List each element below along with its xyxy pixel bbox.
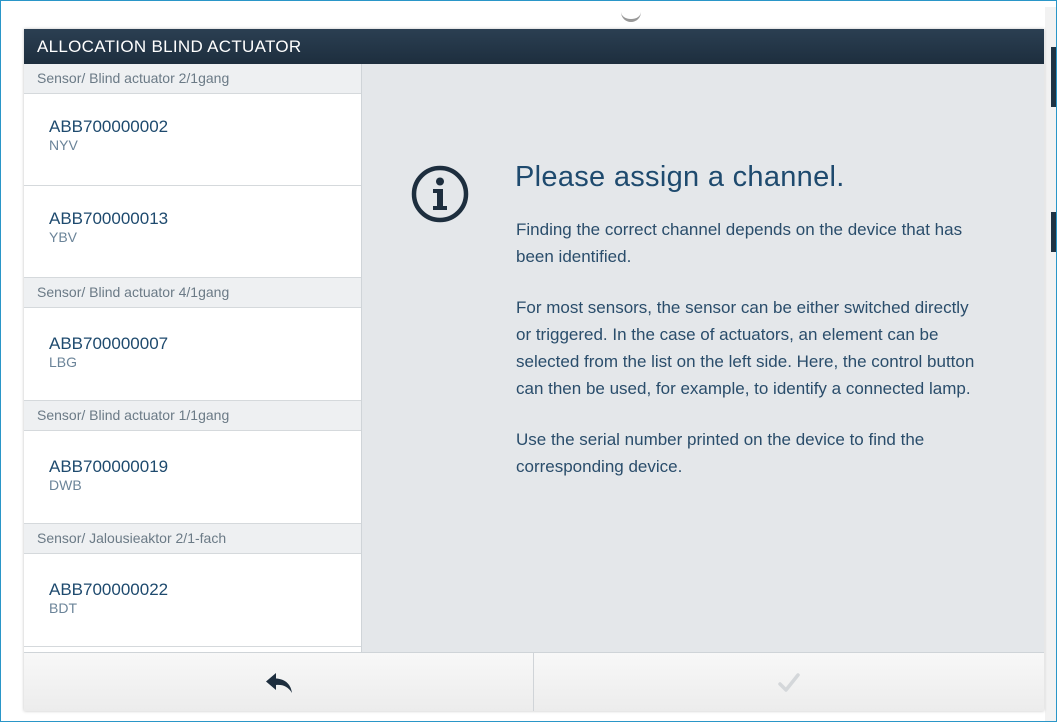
device-code: LBG: [49, 354, 78, 370]
device-list: Sensor/ Blind actuator 2/1gang ABB700000…: [24, 64, 362, 652]
checkmark-icon: [778, 672, 800, 692]
group-header: Sensor/ Jalousieaktor 2/1-fach: [24, 524, 361, 554]
device-code: YBV: [49, 229, 78, 245]
dialog-footer: [24, 652, 1044, 711]
back-button[interactable]: [24, 653, 534, 711]
background-bar: [1051, 47, 1056, 107]
device-id: ABB700000022: [49, 580, 169, 599]
device-item[interactable]: ABB700000007 LBG: [24, 308, 361, 401]
confirm-button[interactable]: [534, 653, 1044, 711]
dialog-title: ALLOCATION BLIND ACTUATOR: [24, 29, 1044, 64]
group-header: Sensor/ Blind actuator 1/1gang: [24, 401, 361, 431]
info-paragraph: Use the serial number printed on the dev…: [516, 430, 925, 476]
info-paragraph: Finding the correct channel depends on t…: [516, 220, 963, 266]
device-code: NYV: [49, 137, 78, 153]
background-bar: [1051, 212, 1056, 252]
device-item[interactable]: ABB700000022 BDT: [24, 554, 361, 647]
device-item[interactable]: ABB700000002 NYV: [24, 94, 361, 186]
device-id: ABB700000007: [49, 334, 169, 353]
info-text: Finding the correct channel depends on t…: [516, 216, 976, 504]
group-header: Sensor/ Blind actuator 4/1gang: [24, 278, 361, 308]
info-heading: Please assign a channel.: [515, 161, 845, 193]
device-item[interactable]: ABB700000019 DWB: [24, 431, 361, 524]
info-panel: Please assign a channel. Finding the cor…: [362, 64, 1044, 652]
device-code: BDT: [49, 600, 77, 616]
back-arrow-icon: [265, 672, 292, 693]
device-id: ABB700000013: [49, 209, 169, 228]
info-icon: [411, 165, 469, 223]
device-code: DWB: [49, 477, 82, 493]
device-item[interactable]: ABB700000013 YBV: [24, 186, 361, 278]
group-header: Sensor/ Blind actuator 2/1gang: [24, 64, 361, 94]
window-frame: ALLOCATION BLIND ACTUATOR Sensor/ Blind …: [0, 0, 1057, 722]
background-control: [621, 9, 641, 22]
allocation-dialog: ALLOCATION BLIND ACTUATOR Sensor/ Blind …: [24, 29, 1044, 711]
device-id: ABB700000019: [49, 457, 169, 476]
background-panel-strip: [1045, 7, 1056, 721]
info-paragraph: For most sensors, the sensor can be eith…: [516, 298, 975, 398]
device-id: ABB700000002: [49, 117, 169, 136]
